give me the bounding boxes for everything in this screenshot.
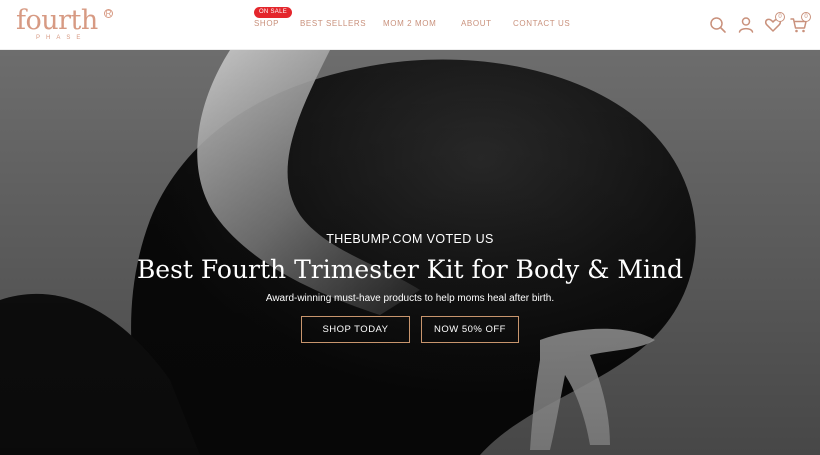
- logo-wordmark: fourth: [16, 5, 98, 36]
- site-header: fourth PHASE R ON SALE SHOP BEST SELLERS…: [0, 0, 820, 50]
- hero-headline: Best Fourth Trimester Kit for Body & Min…: [136, 255, 684, 284]
- now-50-off-button[interactable]: NOW 50% OFF: [421, 316, 519, 343]
- hero-subtitle: Award-winning must-have products to help…: [265, 293, 555, 304]
- nav-contact-us[interactable]: CONTACT US: [513, 19, 570, 28]
- hero-eyebrow: THEBUMP.COM VOTED US: [326, 232, 494, 246]
- cart-icon[interactable]: 0: [789, 12, 811, 35]
- shop-today-button[interactable]: SHOP TODAY: [301, 316, 410, 343]
- search-icon[interactable]: [708, 15, 728, 35]
- nav-mom-2-mom[interactable]: MOM 2 MOM: [383, 19, 436, 28]
- nav-best-sellers[interactable]: BEST SELLERS: [300, 19, 366, 28]
- registered-mark: R: [104, 9, 113, 18]
- hero-content: THEBUMP.COM VOTED US Best Fourth Trimest…: [0, 50, 820, 455]
- hero-banner: THEBUMP.COM VOTED US Best Fourth Trimest…: [0, 50, 820, 455]
- heart-icon[interactable]: 0: [763, 12, 785, 35]
- nav-shop[interactable]: SHOP: [254, 19, 279, 28]
- cart-count: 0: [801, 12, 811, 22]
- user-icon[interactable]: [736, 15, 756, 35]
- on-sale-badge: ON SALE: [254, 7, 292, 18]
- logo-subtitle: PHASE: [36, 35, 87, 41]
- brand-logo[interactable]: fourth PHASE R: [16, 5, 113, 44]
- wishlist-count: 0: [775, 12, 785, 22]
- nav-about[interactable]: ABOUT: [461, 19, 492, 28]
